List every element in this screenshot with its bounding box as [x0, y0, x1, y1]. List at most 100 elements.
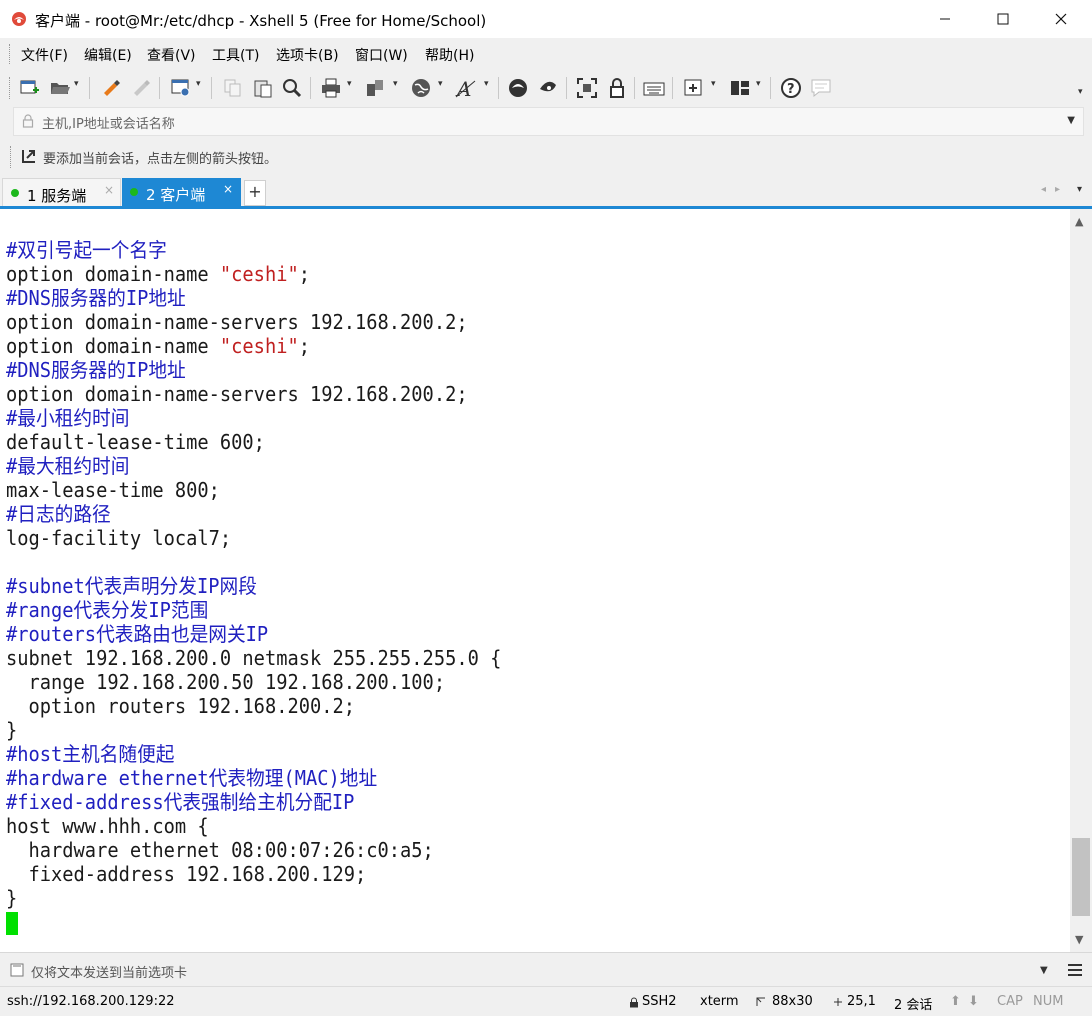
- add-tab-dropdown-arrow[interactable]: ▾: [711, 79, 716, 89]
- terminal-scrollbar[interactable]: ▲ ▼: [1070, 209, 1092, 952]
- scroll-down-arrow-icon: ⬇: [968, 994, 979, 1009]
- new-tab-button[interactable]: +: [244, 180, 266, 206]
- menu-edit[interactable]: 编辑(E): [84, 45, 132, 65]
- tab-scroll-right-icon[interactable]: ▸: [1055, 184, 1060, 195]
- fullscreen-icon[interactable]: [576, 77, 598, 99]
- compose-bar: 仅将文本发送到当前选项卡 ▼: [0, 952, 1092, 987]
- tab-label: 1 服务端: [27, 187, 87, 205]
- add-session-arrow-icon[interactable]: [21, 148, 37, 164]
- toolbar-separator: [566, 77, 567, 99]
- xftp-icon[interactable]: [507, 77, 529, 99]
- font-dropdown-arrow[interactable]: ▾: [484, 79, 489, 89]
- terminal-line: option routers 192.168.200.2;: [6, 694, 501, 718]
- tab-list-dropdown-arrow[interactable]: ▾: [1077, 184, 1082, 195]
- toolbar-overflow-arrow[interactable]: ▾: [1078, 87, 1083, 97]
- maximize-button[interactable]: [974, 0, 1032, 38]
- copy-icon[interactable]: [222, 77, 244, 99]
- properties-dropdown-arrow[interactable]: ▾: [196, 79, 201, 89]
- menu-icon[interactable]: [1067, 963, 1083, 977]
- open-folder-icon[interactable]: [49, 77, 71, 99]
- minimize-button[interactable]: [916, 0, 974, 38]
- address-bar[interactable]: 主机,IP地址或会话名称 ▼: [13, 107, 1084, 136]
- toolbar-grip: [9, 77, 12, 99]
- terminal-line: option domain-name-servers 192.168.200.2…: [6, 310, 501, 334]
- terminal-line: subnet 192.168.200.0 netmask 255.255.255…: [6, 646, 501, 670]
- config-text: hardware ethernet 08:00:07:26:c0:a5;: [6, 838, 434, 862]
- close-tab-icon[interactable]: ×: [104, 183, 114, 197]
- properties-icon[interactable]: [170, 77, 192, 99]
- tab-label: 2 客户端: [146, 186, 206, 204]
- close-button[interactable]: [1032, 0, 1090, 38]
- transfer-icon[interactable]: [364, 77, 386, 99]
- globe-icon[interactable]: [410, 77, 432, 99]
- terminal-line: #DNS服务器的IP地址: [6, 358, 501, 382]
- scroll-up-arrow-icon: ⬆: [950, 994, 961, 1009]
- compose-input[interactable]: 仅将文本发送到当前选项卡: [31, 962, 187, 981]
- menu-help[interactable]: 帮助(H): [425, 45, 474, 65]
- font-icon[interactable]: A: [455, 77, 477, 99]
- comment-text: #最小租约时间: [6, 406, 130, 430]
- new-session-icon[interactable]: [19, 77, 41, 99]
- terminal-line: default-lease-time 600;: [6, 430, 501, 454]
- config-text: option routers 192.168.200.2;: [6, 694, 356, 718]
- globe-dropdown-arrow[interactable]: ▾: [438, 79, 443, 89]
- menu-window[interactable]: 窗口(W): [355, 45, 408, 65]
- comment-text: #DNS服务器的IP地址: [6, 358, 186, 382]
- menu-file[interactable]: 文件(F): [21, 45, 68, 65]
- transfer-dropdown-arrow[interactable]: ▾: [393, 79, 398, 89]
- lock-icon[interactable]: [606, 77, 628, 99]
- print-dropdown-arrow[interactable]: ▾: [347, 79, 352, 89]
- window-title: 客户端 - root@Mr:/etc/dhcp - Xshell 5 (Free…: [35, 12, 487, 30]
- xagent-icon[interactable]: [537, 77, 559, 99]
- disconnect-icon[interactable]: [130, 77, 152, 99]
- layout-icon[interactable]: [729, 77, 751, 99]
- address-input[interactable]: 主机,IP地址或会话名称: [42, 113, 175, 132]
- layout-dropdown-arrow[interactable]: ▾: [756, 79, 761, 89]
- config-text: }: [6, 718, 18, 742]
- close-tab-icon[interactable]: ×: [223, 182, 233, 196]
- tab-server[interactable]: 1 服务端 ×: [2, 178, 121, 209]
- menubar-grip: [9, 44, 12, 64]
- config-text: ;: [298, 334, 310, 358]
- chat-icon[interactable]: [810, 77, 832, 99]
- toolbar-separator: [770, 77, 771, 99]
- add-tab-icon[interactable]: [683, 77, 705, 99]
- menu-view[interactable]: 查看(V): [147, 45, 196, 65]
- minimize-icon: [940, 18, 950, 20]
- reconnect-icon[interactable]: [100, 77, 122, 99]
- toolbar-separator: [310, 77, 311, 99]
- scrollbar-thumb[interactable]: [1072, 838, 1090, 916]
- connection-status-dot: [11, 189, 19, 197]
- keyboard-icon[interactable]: [643, 77, 665, 99]
- terminal-screen[interactable]: #双引号起一个名字 option domain-name "ceshi"; #DNS…: [0, 209, 1070, 952]
- toolbar-separator: [211, 77, 212, 99]
- status-bar: ssh://192.168.200.129:22 SSH2 xterm 88x3…: [0, 986, 1092, 1016]
- session-hint-bar: 要添加当前会话，点击左侧的箭头按钮。: [0, 140, 1092, 173]
- tab-client[interactable]: 2 客户端 ×: [122, 178, 241, 208]
- menu-tabs[interactable]: 选项卡(B): [276, 45, 339, 65]
- comment-text: #fixed-address代表强制给主机分配IP: [6, 790, 355, 814]
- tab-bar: 1 服务端 × 2 客户端 ×: [0, 176, 1092, 209]
- menu-tools[interactable]: 工具(T): [212, 45, 259, 65]
- paste-icon[interactable]: [252, 77, 274, 99]
- title-bar: 客户端 - root@Mr:/etc/dhcp - Xshell 5 (Free…: [0, 0, 1092, 38]
- compose-dropdown-arrow[interactable]: ▼: [1040, 965, 1048, 976]
- scroll-up-icon[interactable]: ▲: [1075, 215, 1083, 228]
- address-dropdown-arrow[interactable]: ▼: [1067, 115, 1075, 126]
- send-target-icon[interactable]: [10, 963, 24, 977]
- help-icon[interactable]: ?: [780, 77, 802, 99]
- tab-scroll-left-icon[interactable]: ◂: [1041, 184, 1046, 195]
- config-text: ;: [298, 262, 310, 286]
- terminal-line: option domain-name "ceshi";: [6, 334, 501, 358]
- config-text: max-lease-time 800;: [6, 478, 220, 502]
- open-dropdown-arrow[interactable]: ▾: [74, 79, 79, 89]
- scroll-down-icon[interactable]: ▼: [1075, 933, 1083, 946]
- print-icon[interactable]: [320, 77, 342, 99]
- maximize-icon: [997, 13, 1009, 25]
- toolbar: ▾ ▾ ▾ ▾ ▾ A ▾ ▾ ▾ ? ▾: [0, 69, 1092, 107]
- terminal-cursor: [6, 912, 18, 935]
- toolbar-separator: [89, 77, 90, 99]
- toolbar-separator: [159, 77, 160, 99]
- find-icon[interactable]: [281, 77, 303, 99]
- terminal-line: #最大租约时间: [6, 454, 501, 478]
